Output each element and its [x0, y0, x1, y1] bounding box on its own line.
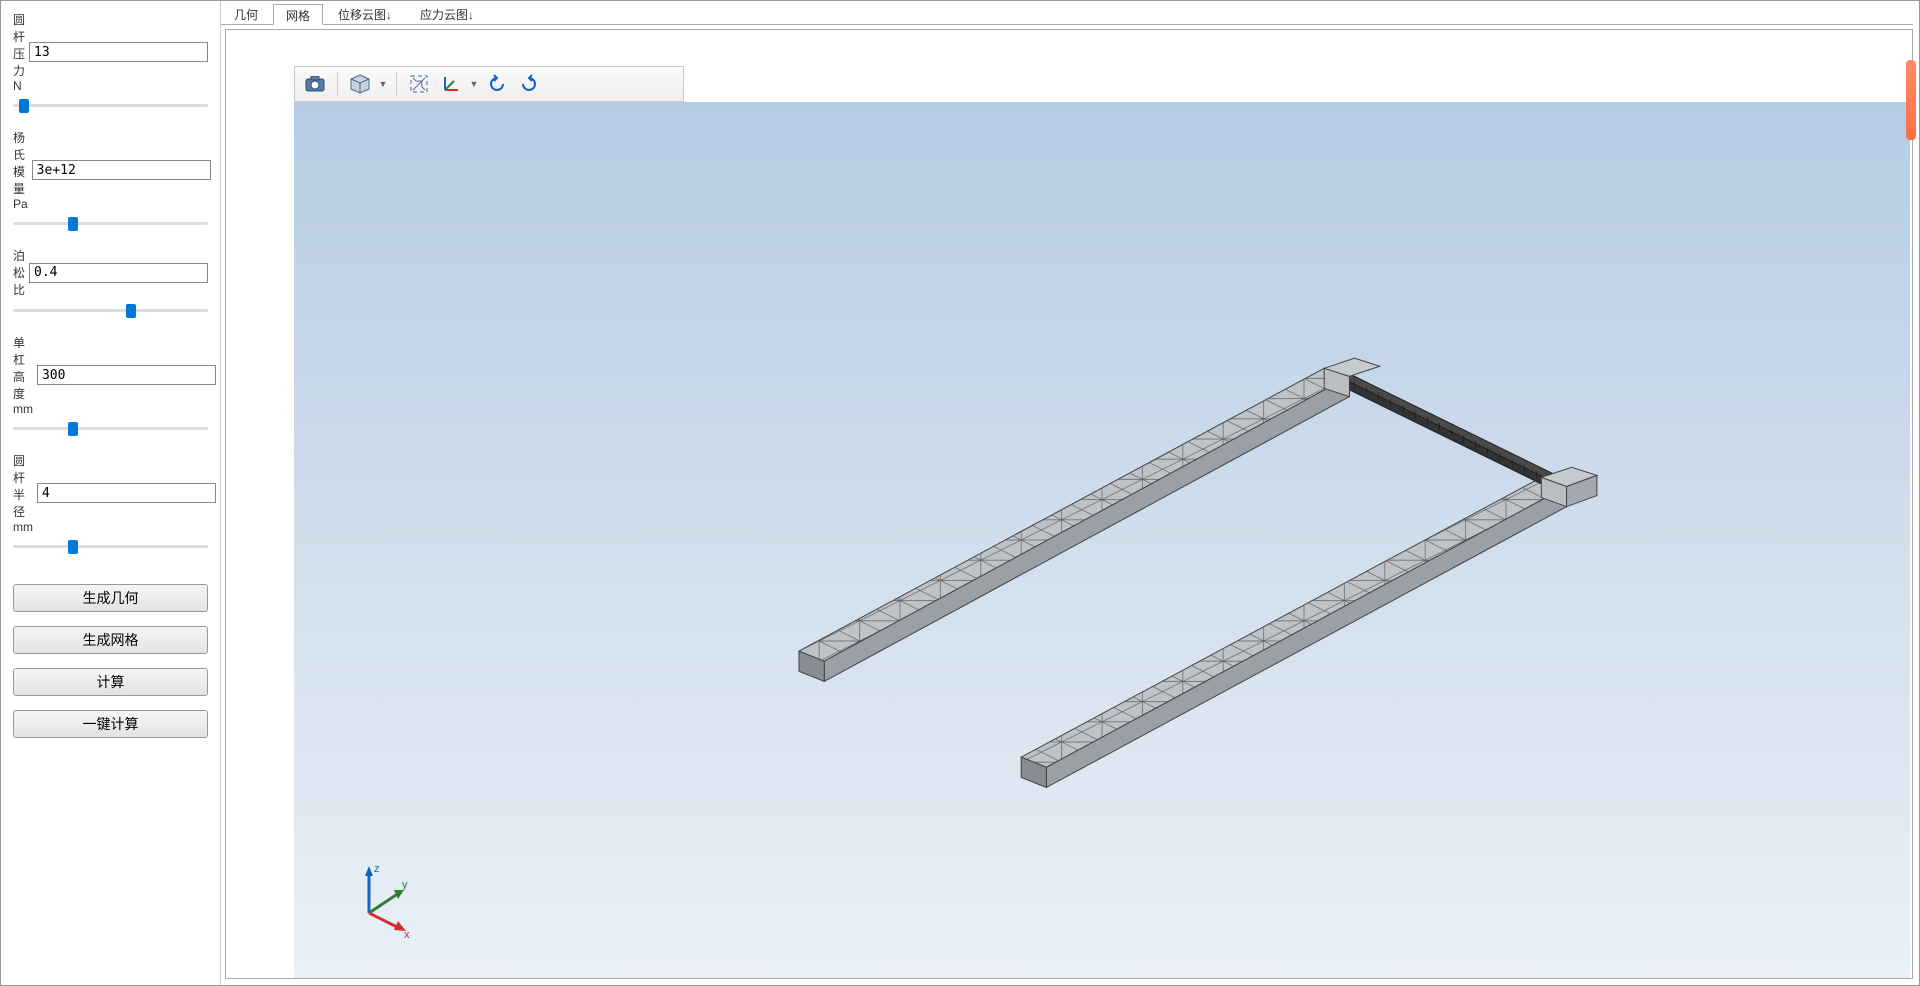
youngs-slider[interactable] [13, 215, 208, 233]
cube-icon[interactable] [346, 70, 374, 98]
axes-dropdown-icon[interactable]: ▼ [469, 79, 479, 89]
fit-view-icon[interactable] [405, 70, 433, 98]
rotate-cw-icon[interactable] [515, 70, 543, 98]
tab-displacement[interactable]: 位移云图↓ [325, 3, 405, 24]
axis-gizmo: z y x [344, 858, 424, 938]
axes-toggle-icon[interactable] [437, 70, 465, 98]
axis-z-label: z [374, 863, 380, 875]
generate-geometry-button[interactable]: 生成几何 [13, 584, 208, 612]
generate-mesh-button[interactable]: 生成网格 [13, 626, 208, 654]
param-label: 圆杆半径mm [13, 452, 33, 534]
radius-input[interactable] [37, 483, 216, 503]
height-slider[interactable] [13, 420, 208, 438]
param-row-youngs: 杨氏模量Pa [13, 129, 208, 211]
mesh-model [294, 102, 1910, 978]
poisson-slider[interactable] [13, 302, 208, 320]
pressure-input[interactable] [29, 42, 208, 62]
tab-geometry[interactable]: 几何 [221, 3, 271, 24]
pressure-slider[interactable] [13, 97, 208, 115]
param-row-poisson: 泊松比 [13, 247, 208, 298]
axis-x-label: x [404, 929, 410, 938]
tab-bar: 几何 网格 位移云图↓ 应力云图↓ [221, 3, 1913, 25]
right-dock-handle[interactable] [1906, 60, 1916, 140]
sidebar: 圆杆压力N 杨氏模量Pa 泊松比 单杠高度mm 圆杆半径mm [1, 1, 221, 985]
axis-y-label: y [402, 879, 408, 891]
viewport-3d[interactable]: z y x [294, 102, 1910, 978]
content-area: 几何 网格 位移云图↓ 应力云图↓ ▼ [221, 1, 1919, 985]
rotate-ccw-icon[interactable] [483, 70, 511, 98]
param-label: 杨氏模量Pa [13, 129, 28, 211]
param-row-pressure: 圆杆压力N [13, 11, 208, 93]
param-label: 圆杆压力N [13, 11, 25, 93]
viewport-frame: ▼ ▼ [225, 29, 1913, 979]
param-label: 泊松比 [13, 247, 25, 298]
height-input[interactable] [37, 365, 216, 385]
viewport-toolbar: ▼ ▼ [294, 66, 684, 102]
cube-dropdown-icon[interactable]: ▼ [378, 79, 388, 89]
tab-mesh[interactable]: 网格 [273, 4, 323, 25]
param-row-height: 单杠高度mm [13, 334, 208, 416]
poisson-input[interactable] [29, 263, 208, 283]
radius-slider[interactable] [13, 538, 208, 556]
one-click-compute-button[interactable]: 一键计算 [13, 710, 208, 738]
param-label: 单杠高度mm [13, 334, 33, 416]
compute-button[interactable]: 计算 [13, 668, 208, 696]
camera-icon[interactable] [301, 70, 329, 98]
param-row-radius: 圆杆半径mm [13, 452, 208, 534]
tab-stress[interactable]: 应力云图↓ [407, 3, 487, 24]
youngs-input[interactable] [32, 160, 211, 180]
